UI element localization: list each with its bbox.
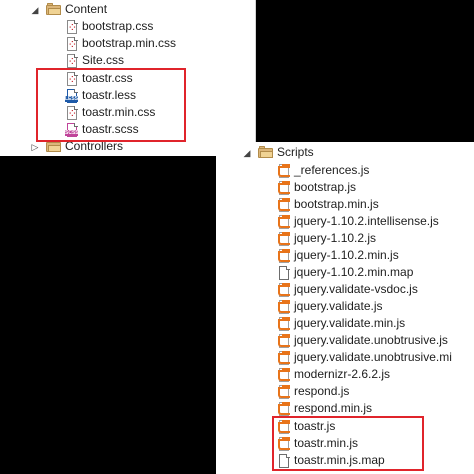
js-file-icon bbox=[278, 197, 290, 212]
tree-file-item[interactable]: bootstrap.min.js bbox=[278, 196, 379, 213]
js-file-icon bbox=[278, 180, 290, 195]
file-label: toastr.less bbox=[82, 88, 137, 102]
tree-file-item[interactable]: toastr.min.js bbox=[278, 435, 358, 452]
file-label: toastr.min.css bbox=[82, 105, 156, 119]
tree-file-item[interactable]: bootstrap.js bbox=[278, 179, 356, 196]
tree-file-item[interactable]: respond.js bbox=[278, 383, 349, 400]
tree-file-item[interactable]: ⁘ toastr.css bbox=[66, 70, 133, 87]
file-label: bootstrap.min.css bbox=[82, 36, 177, 50]
tree-file-item[interactable]: ⁘ toastr.min.css bbox=[66, 104, 155, 121]
content-folder-node[interactable]: ◢ Content bbox=[30, 1, 108, 18]
js-file-icon bbox=[278, 401, 290, 416]
folder-icon bbox=[46, 140, 61, 152]
controllers-folder-label: Controllers bbox=[65, 139, 124, 153]
js-file-icon bbox=[278, 299, 290, 314]
file-label: jquery-1.10.2.intellisense.js bbox=[294, 214, 439, 228]
tree-file-item[interactable]: jquery.validate.unobtrusive.js bbox=[278, 332, 448, 349]
tree-file-item[interactable]: jquery-1.10.2.min.js bbox=[278, 247, 399, 264]
scripts-folder-label: Scripts bbox=[277, 145, 314, 159]
file-label: toastr.min.js bbox=[294, 436, 359, 450]
file-label: jquery-1.10.2.min.map bbox=[294, 265, 414, 279]
solution-explorer-content-panel: ◢ Content ⁘ bootstrap.css ⁘ bootstrap.mi… bbox=[0, 0, 256, 156]
tree-file-item[interactable]: jquery.validate.js bbox=[278, 298, 383, 315]
js-file-icon bbox=[278, 282, 290, 297]
tree-file-item[interactable]: jquery.validate.unobtrusive.mi bbox=[278, 349, 452, 366]
js-file-icon bbox=[278, 350, 290, 365]
js-file-icon bbox=[278, 248, 290, 263]
file-label: toastr.js bbox=[294, 419, 336, 433]
file-label: respond.js bbox=[294, 384, 350, 398]
file-label: bootstrap.css bbox=[82, 19, 154, 33]
expanded-arrow-icon[interactable]: ◢ bbox=[30, 5, 40, 15]
file-label: jquery.validate-vsdoc.js bbox=[294, 282, 418, 296]
file-label: modernizr-2.6.2.js bbox=[294, 367, 391, 381]
js-file-icon bbox=[278, 419, 290, 434]
tree-file-item[interactable]: jquery-1.10.2.intellisense.js bbox=[278, 213, 439, 230]
css-file-icon: ⁘ bbox=[66, 71, 78, 86]
tree-file-item[interactable]: toastr.min.js.map bbox=[278, 452, 385, 469]
file-label: jquery.validate.min.js bbox=[294, 316, 406, 330]
js-file-icon bbox=[278, 436, 290, 451]
css-file-icon: ⁘ bbox=[66, 36, 78, 51]
css-file-icon: ⁘ bbox=[66, 19, 78, 34]
file-label: respond.min.js bbox=[294, 401, 373, 415]
folder-open-icon bbox=[258, 146, 273, 158]
js-file-icon bbox=[278, 163, 290, 178]
content-folder-label: Content bbox=[65, 2, 108, 16]
map-file-icon bbox=[278, 453, 290, 468]
scripts-folder-node[interactable]: ◢ Scripts bbox=[242, 144, 314, 161]
file-label: _references.js bbox=[294, 163, 370, 177]
css-file-icon: ⁘ bbox=[66, 53, 78, 68]
tree-file-item[interactable]: _references.js bbox=[278, 162, 369, 179]
tree-file-item[interactable]: ⁘ bootstrap.css bbox=[66, 18, 153, 35]
tree-file-item[interactable]: toastr.js bbox=[278, 418, 335, 435]
file-label: toastr.min.js.map bbox=[294, 453, 385, 467]
file-label: toastr.css bbox=[82, 71, 133, 85]
tree-file-item[interactable]: ⁘ bootstrap.min.css bbox=[66, 35, 176, 52]
js-file-icon bbox=[278, 231, 290, 246]
js-file-icon bbox=[278, 333, 290, 348]
js-file-icon bbox=[278, 214, 290, 229]
js-file-icon bbox=[278, 384, 290, 399]
tree-file-item[interactable]: modernizr-2.6.2.js bbox=[278, 366, 390, 383]
tree-file-item[interactable]: jquery.validate.min.js bbox=[278, 315, 405, 332]
tree-file-item[interactable]: respond.min.js bbox=[278, 400, 372, 417]
file-label: jquery-1.10.2.min.js bbox=[294, 248, 399, 262]
js-file-icon bbox=[278, 367, 290, 382]
map-file-icon bbox=[278, 265, 290, 280]
tree-file-item[interactable]: ⁘ Site.css bbox=[66, 52, 124, 69]
tree-file-item[interactable]: SCSS toastr.scss bbox=[65, 121, 139, 138]
file-label: Site.css bbox=[82, 53, 125, 67]
collapsed-arrow-icon[interactable]: ▷ bbox=[30, 142, 40, 152]
tree-file-item[interactable]: jquery-1.10.2.min.map bbox=[278, 264, 413, 281]
solution-explorer-scripts-panel: ◢ Scripts _references.js bootstrap.js bo… bbox=[216, 142, 474, 474]
tree-file-item[interactable]: jquery.validate-vsdoc.js bbox=[278, 281, 418, 298]
folder-open-icon bbox=[46, 3, 61, 15]
tree-file-item[interactable]: LESS toastr.less bbox=[65, 87, 137, 104]
scss-file-icon: SCSS bbox=[65, 122, 79, 137]
file-label: toastr.scss bbox=[82, 122, 139, 136]
css-file-icon: ⁘ bbox=[66, 105, 78, 120]
file-label: jquery.validate.unobtrusive.js bbox=[294, 333, 448, 347]
expanded-arrow-icon[interactable]: ◢ bbox=[242, 148, 252, 158]
tree-file-item[interactable]: jquery-1.10.2.js bbox=[278, 230, 376, 247]
less-file-icon: LESS bbox=[65, 88, 78, 103]
file-label: jquery.validate.js bbox=[294, 299, 383, 313]
file-label: jquery.validate.unobtrusive.mi bbox=[294, 350, 452, 364]
file-label: jquery-1.10.2.js bbox=[294, 231, 377, 245]
js-file-icon bbox=[278, 316, 290, 331]
file-label: bootstrap.min.js bbox=[294, 197, 379, 211]
file-label: bootstrap.js bbox=[294, 180, 357, 194]
controllers-folder-node[interactable]: ▷ Controllers bbox=[30, 138, 124, 155]
